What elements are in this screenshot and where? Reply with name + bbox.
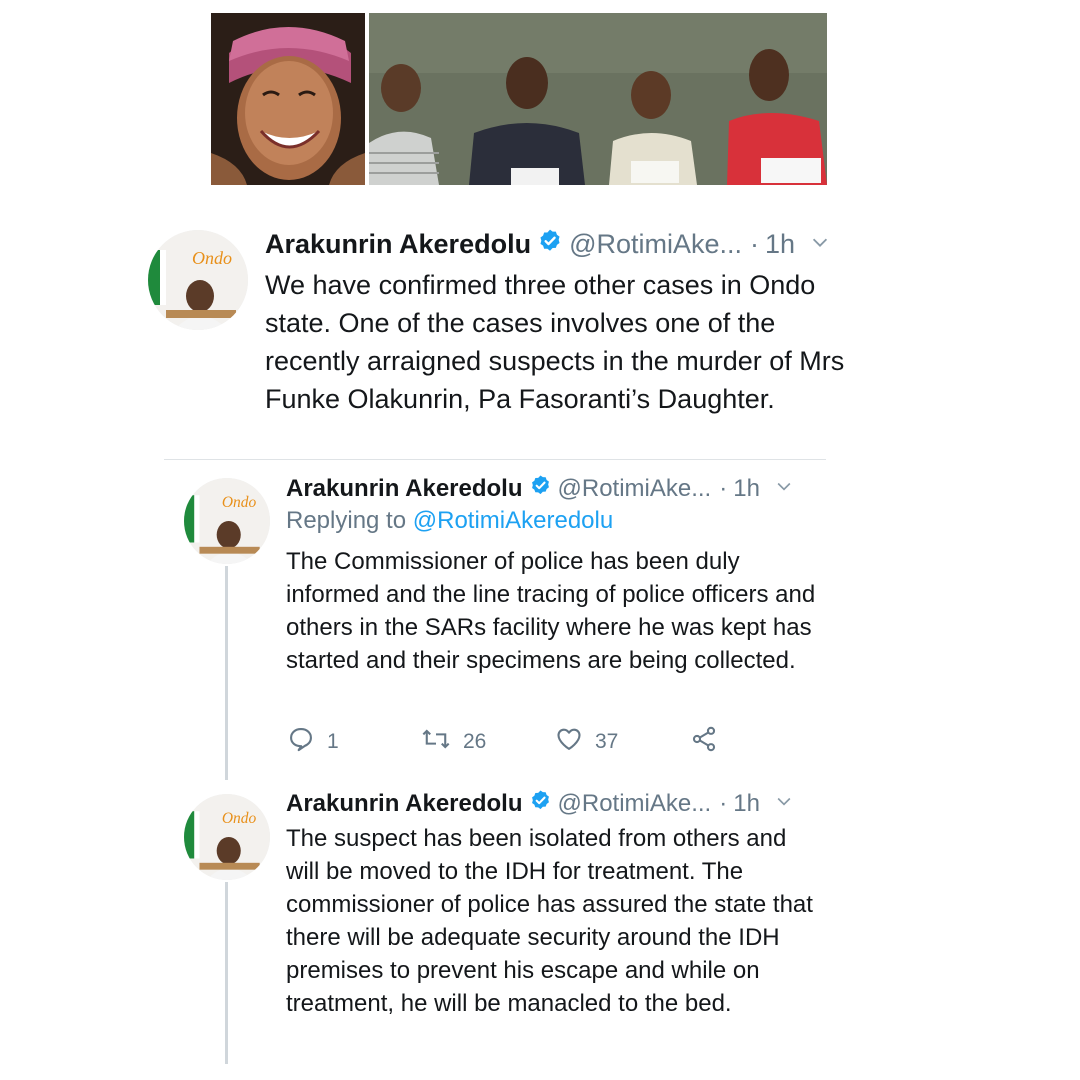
tweet-time[interactable]: 1h	[733, 790, 760, 818]
thread-line	[225, 882, 228, 1064]
chevron-down-icon[interactable]	[774, 475, 794, 503]
avatar-logo-text: Ondo	[192, 248, 232, 268]
replying-to: Replying to @RotimiAkeredolu	[286, 507, 613, 535]
woman-portrait-image	[211, 13, 365, 185]
tweet-header: Arakunrin Akeredolu @RotimiAke... · 1h	[286, 789, 794, 819]
tweet-text: The Commissioner of police has been duly…	[286, 548, 816, 674]
avatar-logo-text: Ondo	[222, 810, 257, 827]
like-button[interactable]: 37	[555, 724, 618, 760]
tweet-header: Arakunrin Akeredolu @RotimiAke... · 1h	[286, 474, 794, 504]
heart-icon	[555, 725, 583, 759]
author-avatar[interactable]: Ondo	[184, 794, 270, 880]
replying-label: Replying to	[286, 507, 407, 534]
separator-dot: ·	[750, 229, 760, 259]
author-name[interactable]: Arakunrin Akeredolu	[286, 790, 523, 818]
divider	[164, 459, 826, 460]
tweet-time[interactable]: 1h	[765, 229, 795, 260]
chevron-down-icon[interactable]	[809, 229, 831, 260]
avatar-logo-text: Ondo	[222, 494, 257, 511]
author-handle[interactable]: @RotimiAke...	[569, 229, 742, 260]
author-avatar[interactable]: Ondo	[148, 230, 248, 330]
reply-button[interactable]: 1	[287, 724, 339, 760]
suspects-photo-image	[369, 13, 827, 185]
share-icon	[690, 725, 718, 759]
tweet-time[interactable]: 1h	[733, 475, 760, 503]
like-count: 37	[595, 730, 619, 753]
author-handle[interactable]: @RotimiAke...	[558, 475, 712, 503]
author-name[interactable]: Arakunrin Akeredolu	[286, 475, 523, 503]
retweet-icon	[421, 725, 451, 759]
separator-dot: ·	[719, 790, 728, 817]
author-handle[interactable]: @RotimiAke...	[558, 790, 712, 818]
separator-dot: ·	[719, 475, 728, 502]
thread-line	[225, 566, 228, 780]
verified-badge-icon	[529, 789, 552, 819]
author-avatar[interactable]: Ondo	[184, 478, 270, 564]
retweet-count: 26	[463, 730, 487, 753]
reply-icon	[287, 725, 315, 759]
tweet-text: The suspect has been isolated from other…	[286, 825, 813, 1017]
tweet-text: We have confirmed three other cases in O…	[265, 270, 845, 414]
news-photo-strip	[211, 13, 827, 185]
author-name[interactable]: Arakunrin Akeredolu	[265, 229, 531, 260]
tweet-header: Arakunrin Akeredolu @RotimiAke... · 1h	[265, 228, 831, 261]
verified-badge-icon	[537, 228, 563, 261]
chevron-down-icon[interactable]	[774, 790, 794, 818]
retweet-button[interactable]: 26	[421, 724, 486, 760]
share-button[interactable]	[690, 724, 718, 760]
replying-to-mention[interactable]: @RotimiAkeredolu	[413, 507, 613, 534]
reply-count: 1	[327, 730, 339, 753]
verified-badge-icon	[529, 474, 552, 504]
